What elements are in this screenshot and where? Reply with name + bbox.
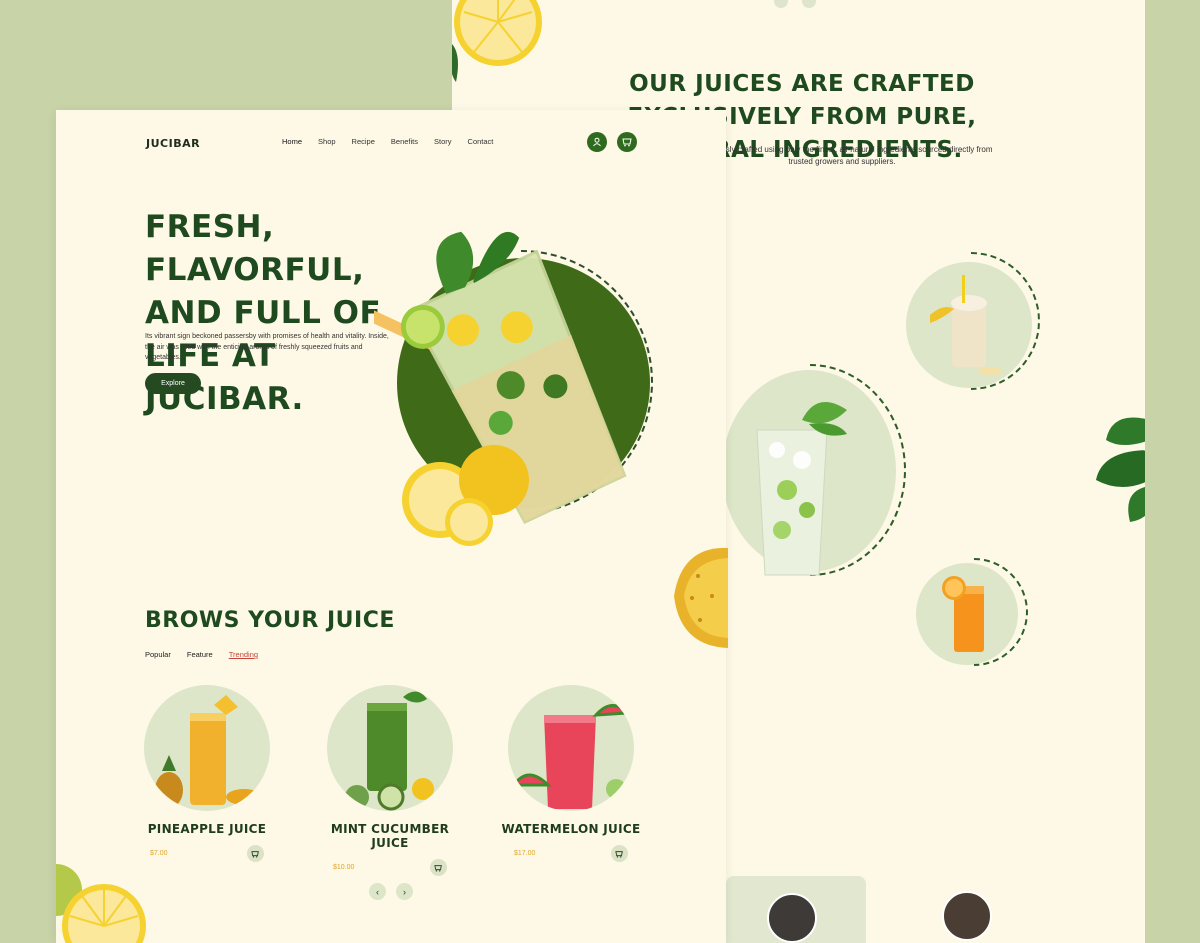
add-to-cart-button[interactable] (611, 845, 628, 862)
product-name: WATERMELON JUICE (501, 822, 641, 836)
user-icon (593, 137, 601, 147)
nav-recipe[interactable]: Recipe (352, 137, 375, 146)
cart-icon (615, 850, 623, 858)
product-price: $17.00 (514, 850, 536, 857)
nav-benefits[interactable]: Benefits (391, 137, 418, 146)
hero-description: Its vibrant sign beckoned passersby with… (145, 333, 389, 361)
product-image (508, 685, 634, 811)
browse-title: BROWS YOUR JUICE (145, 608, 395, 633)
tab-feature[interactable]: Feature (187, 650, 213, 659)
lemon-slice-icon (56, 864, 146, 943)
tab-trending[interactable]: Trending (229, 650, 258, 659)
cart-icon (621, 138, 632, 147)
nav-story[interactable]: Story (434, 137, 452, 146)
product-card[interactable]: WATERMELON JUICE $17.00 (496, 685, 646, 862)
banana-smoothie-image (930, 275, 1002, 375)
product-image (144, 685, 270, 811)
watermelon-juice-image (511, 704, 632, 809)
dot[interactable] (774, 0, 788, 8)
product-card[interactable]: PINEAPPLE JUICE $7.00 (132, 685, 282, 862)
mint-leaf-icon (1096, 417, 1145, 522)
next-button[interactable]: › (396, 883, 413, 900)
cart-icon (251, 850, 259, 858)
nav-contact[interactable]: Contact (468, 137, 494, 146)
mojito-glass-image (756, 402, 847, 576)
lemon-slice-icon (452, 0, 542, 82)
dot[interactable] (802, 0, 816, 8)
user-button[interactable] (587, 132, 607, 152)
back-pagination-dots (774, 0, 816, 8)
product-name: PINEAPPLE JUICE (147, 822, 267, 836)
mint-cucumber-juice-image (345, 691, 434, 811)
front-page: JUCIBAR Home Shop Recipe Benefits Story … (56, 110, 726, 943)
logo[interactable]: JUCIBAR (146, 137, 200, 150)
product-price: $10.00 (333, 864, 355, 871)
explore-button[interactable]: Explore (145, 373, 201, 394)
product-price: $7.00 (150, 850, 168, 857)
product-name: MINT CUCUMBER JUICE (330, 822, 450, 850)
product-image (327, 685, 453, 811)
orange-juice-image (942, 576, 984, 652)
nav-home[interactable]: Home (282, 137, 302, 146)
nav-shop[interactable]: Shop (318, 137, 336, 146)
cart-button[interactable] (617, 132, 637, 152)
pineapple-slice-icon (674, 547, 728, 648)
prev-button[interactable]: ‹ (369, 883, 386, 900)
add-to-cart-button[interactable] (247, 845, 264, 862)
main-nav: Home Shop Recipe Benefits Story Contact (282, 137, 493, 146)
avatar (942, 891, 992, 941)
cart-icon (434, 864, 442, 872)
mojito-hero-image (374, 231, 627, 546)
tab-popular[interactable]: Popular (145, 650, 171, 659)
back-description: Meticulously crafted using only the fine… (691, 145, 993, 166)
add-to-cart-button[interactable] (430, 859, 447, 876)
pineapple-juice-image (155, 695, 262, 808)
product-card[interactable]: MINT CUCUMBER JUICE $10.00 (315, 685, 465, 876)
browse-tabs: Popular Feature Trending (145, 650, 258, 659)
avatar (767, 893, 817, 943)
